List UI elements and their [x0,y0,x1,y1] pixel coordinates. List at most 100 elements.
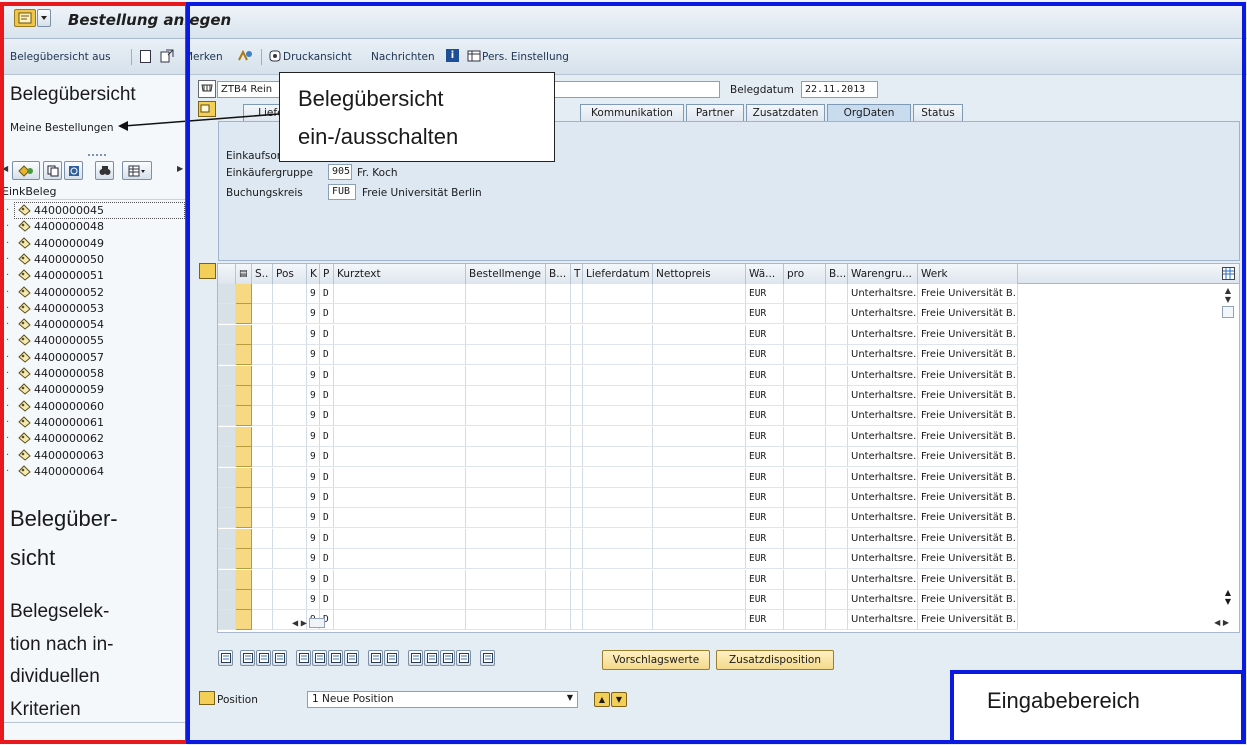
table-cell[interactable] [546,284,571,304]
table-cell[interactable] [546,386,571,406]
table-cell[interactable]: D [320,508,334,529]
table-cell[interactable] [466,488,546,508]
row-selector[interactable] [218,610,236,631]
table-cell[interactable]: EUR [746,386,784,406]
table-cell[interactable] [546,345,571,366]
table-cell[interactable] [273,549,307,570]
table-cell[interactable] [653,508,746,529]
table-cell[interactable]: EUR [746,406,784,427]
table-cell[interactable] [653,386,746,406]
table-cell[interactable] [273,447,307,468]
table-cell[interactable]: Unterhaltsre... [848,345,918,366]
table-cell[interactable] [826,488,848,508]
table-cell[interactable] [784,488,826,508]
column-header[interactable]: Warengru... [848,264,918,284]
table-cell[interactable] [334,488,466,508]
scroll-right-icon[interactable]: ▶ [177,164,183,173]
vertical-scrollbar[interactable]: ▲ ▼ ▲ ▼ [1221,286,1235,606]
table-cell[interactable]: Freie Universität B... [918,365,1018,386]
table-cell[interactable]: 9 [307,447,320,468]
table-cell[interactable]: EUR [746,508,784,529]
table-cell[interactable] [466,406,546,427]
table-cell[interactable] [784,284,826,304]
table-cell[interactable]: 9 [307,590,320,610]
table-cell[interactable]: 9 [307,406,320,427]
table-cell[interactable]: Unterhaltsre... [848,569,918,590]
column-header[interactable]: Bestellmenge [466,264,546,284]
table-cell[interactable]: Freie Universität B... [918,345,1018,366]
table-cell[interactable] [334,610,466,631]
table-cell[interactable] [583,610,653,631]
table-cell[interactable]: 9 [307,365,320,386]
table-layout-icon[interactable] [1222,267,1235,280]
table-cell[interactable]: 9 [307,467,320,488]
table-cell[interactable] [546,610,571,631]
table-cell[interactable] [252,467,273,488]
table-cell[interactable] [252,508,273,529]
table-cell[interactable] [653,528,746,549]
nachrichten-button[interactable]: Nachrichten [371,51,435,63]
position-up-icon[interactable]: ▲ [594,692,610,707]
row-selector[interactable] [218,508,236,529]
table-cell[interactable] [583,345,653,366]
table-cell[interactable]: EUR [746,569,784,590]
table-cell[interactable]: D [320,467,334,488]
tree-item[interactable]: · 4400000057 [6,349,104,366]
table-cell[interactable] [466,304,546,325]
table-cell[interactable] [466,549,546,570]
table-cell[interactable] [653,610,746,631]
table-cell[interactable] [466,345,546,366]
table-cell[interactable] [252,488,273,508]
table-cell[interactable] [571,610,583,631]
tree-item[interactable]: · 4400000058 [6,365,104,382]
tree-item[interactable]: · 4400000060 [6,398,104,415]
table-cell[interactable] [252,447,273,468]
table-cell[interactable] [784,426,826,447]
calc-icon[interactable] [384,650,399,666]
table-cell[interactable]: 9 [307,528,320,549]
table-cell[interactable] [466,590,546,610]
table-cell[interactable] [571,324,583,345]
table-cell[interactable] [546,365,571,386]
unlock-icon[interactable] [328,650,343,666]
table-cell[interactable]: D [320,345,334,366]
column-header[interactable]: B... [546,264,571,284]
table-cell[interactable] [546,406,571,427]
table-cell[interactable] [466,569,546,590]
table-cell[interactable] [252,610,273,631]
tree-item[interactable]: · 4400000063 [6,447,104,464]
table-cell[interactable] [546,447,571,468]
tree-item[interactable]: · 4400000059 [6,381,104,398]
table-cell[interactable] [784,345,826,366]
table-cell[interactable] [583,447,653,468]
table-cell[interactable]: D [320,406,334,427]
table-cell[interactable]: Unterhaltsre... [848,365,918,386]
column-header[interactable]: pro [784,264,826,284]
table-cell[interactable] [334,467,466,488]
horizontal-scroll-right[interactable]: ◀ ▶ [1214,618,1229,627]
column-header[interactable]: K [307,264,320,284]
table-cell[interactable] [571,488,583,508]
table-cell[interactable] [653,345,746,366]
belegdatum-field[interactable]: 22.11.2013 [801,81,878,98]
table-cell[interactable] [826,590,848,610]
table-cell[interactable]: 9 [307,508,320,529]
table-cell[interactable] [583,324,653,345]
table-cell[interactable] [252,426,273,447]
table-cell[interactable] [826,426,848,447]
table-cell[interactable] [784,549,826,570]
zusatzdisposition-button[interactable]: Zusatzdisposition [716,650,834,670]
table-cell[interactable] [252,284,273,304]
table-cell[interactable]: EUR [746,488,784,508]
table-cell[interactable] [784,447,826,468]
table-cell[interactable] [334,508,466,529]
table-cell[interactable]: Freie Universität B... [918,549,1018,570]
table-cell[interactable]: Freie Universität B... [918,304,1018,325]
table-cell[interactable] [826,549,848,570]
table-cell[interactable] [784,508,826,529]
select-all-icon[interactable] [240,650,255,666]
table-cell[interactable] [583,406,653,427]
table-cell[interactable]: Unterhaltsre... [848,304,918,325]
table-cell[interactable] [571,386,583,406]
table-cell[interactable] [826,569,848,590]
